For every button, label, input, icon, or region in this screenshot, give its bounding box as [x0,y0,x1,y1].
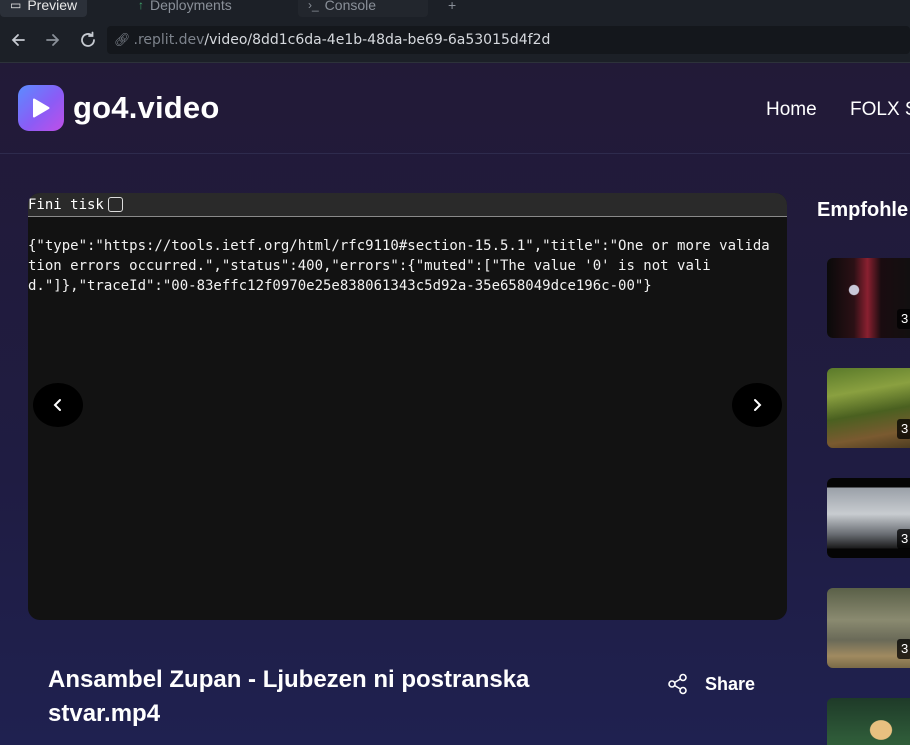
reload-icon [81,31,95,47]
recommended-item[interactable] [827,698,910,745]
recommended-heading: Empfohle [817,199,909,221]
address-input[interactable]: 🔗︎ .replit.dev /video/8dd1c6da-4e1b-48da… [107,26,910,54]
recommended-item[interactable]: 3 [827,588,910,668]
reload-button[interactable] [77,29,99,51]
duration-badge: 3 [897,419,910,439]
recommended-item[interactable]: 3 [827,478,910,558]
fini-tisk-checkbox[interactable] [107,197,123,212]
forward-button[interactable] [42,29,64,51]
tab-label: Preview [27,0,78,13]
player-toolbar: Fini tisk [28,193,787,217]
url-path: /video/8dd1c6da-4e1b-48da-be69-6a53015d4… [204,32,551,48]
terminal-icon: ›_ [308,0,319,12]
duration-badge: 3 [897,639,910,659]
arrow-right-icon [46,34,60,46]
share-label: Share [705,673,756,694]
video-title: Ansambel Zupan - Ljubezen ni postranska … [48,666,530,727]
tab-label: Deployments [150,0,232,13]
play-icon [33,98,50,118]
fini-tisk-label: Fini tisk [28,196,104,213]
nav-folx[interactable]: FOLX S [850,99,910,121]
tab-preview[interactable]: ▭ Preview [0,0,88,17]
duration-badge: 3 [897,309,910,329]
arrow-left-icon [11,34,25,46]
new-tab-button[interactable]: + [438,0,466,17]
error-message: {"type":"https://tools.ietf.org/html/rfc… [28,238,770,294]
previous-button[interactable] [33,383,83,427]
share-icon [668,673,687,695]
site-page: go4.video Home FOLX S Fini tisk {"type":… [0,63,910,745]
share-button[interactable]: Share [667,670,755,698]
site-header: go4.video Home FOLX S [0,63,910,154]
duration-badge: 3 [897,529,910,549]
tab-deployments[interactable]: ↑ Deployments [128,0,242,17]
back-button[interactable] [7,29,29,51]
nav-home[interactable]: Home [766,99,817,121]
monitor-icon: ▭ [10,0,22,12]
video-player[interactable]: Fini tisk {"type":"https://tools.ietf.or… [28,193,787,620]
tab-label: Console [324,0,377,13]
logo-text[interactable]: go4.video [73,90,220,126]
link-icon: 🔗︎ [114,32,131,48]
url-domain: .replit.dev [133,32,205,48]
tab-console[interactable]: ›_ Console [298,0,428,17]
chevron-right-icon [754,399,762,411]
recommended-item[interactable]: 3 [827,258,910,338]
next-button[interactable] [732,383,782,427]
arrow-up-icon: ↑ [138,0,144,12]
browser-tab-bar: ▭ Preview ↑ Deployments ›_ Console + [0,0,910,17]
logo-icon[interactable] [18,85,64,131]
video-thumbnail [827,698,910,745]
recommended-item[interactable]: 3 [827,368,910,448]
chevron-left-icon [53,399,61,411]
browser-url-bar: 🔗︎ .replit.dev /video/8dd1c6da-4e1b-48da… [0,17,910,63]
